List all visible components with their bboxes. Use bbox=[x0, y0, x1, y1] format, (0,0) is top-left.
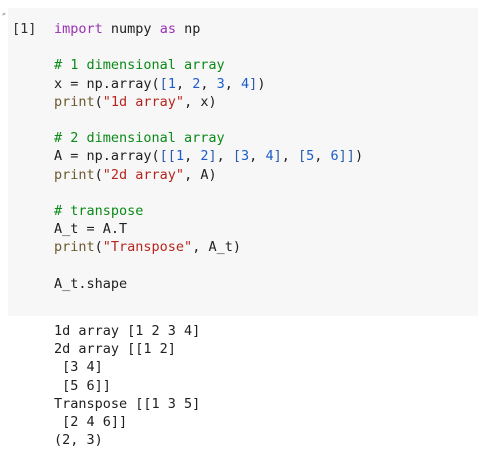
output-line: 2d array [[1 2] bbox=[54, 341, 176, 358]
output-line: [3 4] bbox=[54, 359, 103, 376]
code-token: ( bbox=[94, 239, 103, 256]
code-line: A_t.shape bbox=[54, 275, 363, 293]
code-token: ] bbox=[273, 148, 282, 165]
code-line: A = np.array([[1, 2], [3, 4], [5, 6]]) bbox=[54, 147, 363, 165]
code-token: # transpose bbox=[54, 202, 144, 219]
code-token: , bbox=[224, 75, 242, 92]
code-token: np bbox=[175, 21, 201, 37]
code-token: print bbox=[54, 166, 95, 183]
code-token: , A_t) bbox=[192, 239, 241, 256]
code-line: print("2d array", A) bbox=[54, 166, 363, 184]
code-token: ) bbox=[354, 148, 364, 165]
code-token: ( bbox=[94, 93, 103, 110]
code-token: 4 bbox=[265, 148, 274, 165]
output-line: (2, 3) bbox=[54, 432, 103, 449]
code-token: A_t = A.T bbox=[54, 221, 128, 238]
cell-gutter-marker[interactable]: ≠ bbox=[2, 12, 6, 18]
code-token: 4 bbox=[241, 75, 250, 92]
code-line: print("1d array", x) bbox=[54, 93, 363, 111]
code-line: print("Transpose", A_t) bbox=[54, 238, 363, 256]
code-token: "2d array" bbox=[102, 166, 185, 183]
code-token: , x) bbox=[184, 93, 217, 110]
code-editor[interactable]: import numpy as np # 1 dimensional array x… bbox=[54, 20, 363, 293]
code-token: x = np.array( bbox=[54, 75, 160, 92]
code-token: , bbox=[281, 148, 298, 165]
code-line: # transpose bbox=[54, 202, 363, 220]
output-line: Transpose [[1 3 5] bbox=[54, 395, 201, 412]
code-token: as bbox=[159, 21, 176, 37]
output-line: [5 6]] bbox=[54, 377, 111, 394]
code-token: , bbox=[175, 75, 193, 92]
output-line: 1d array [1 2 3 4] bbox=[54, 323, 201, 339]
code-line: import numpy as np bbox=[54, 20, 363, 38]
output-line: [2 4 6]] bbox=[54, 413, 128, 430]
code-token: , A) bbox=[184, 166, 217, 183]
code-token: # 2 dimensional array bbox=[54, 130, 225, 147]
code-token: , bbox=[216, 148, 233, 165]
code-token: , bbox=[249, 148, 266, 165]
code-line: A_t = A.T bbox=[54, 220, 363, 238]
code-token: 1 bbox=[175, 148, 185, 165]
code-token: ] bbox=[208, 148, 217, 165]
code-token: , bbox=[314, 148, 331, 165]
code-token: , bbox=[184, 148, 201, 165]
code-token: ( bbox=[94, 166, 103, 183]
code-token: "1d array" bbox=[102, 93, 185, 110]
code-token: print bbox=[54, 93, 95, 110]
code-token: "Transpose" bbox=[102, 239, 193, 256]
code-line: x = np.array([1, 2, 3, 4]) bbox=[54, 75, 363, 93]
code-token: , bbox=[200, 75, 217, 92]
code-token: [ bbox=[297, 148, 307, 165]
code-token: 6 bbox=[330, 148, 339, 165]
code-token: import bbox=[54, 21, 103, 37]
code-token: ]] bbox=[338, 148, 355, 165]
code-line: # 1 dimensional array bbox=[54, 56, 363, 74]
code-token: 1 bbox=[167, 75, 176, 92]
cell-execution-prompt: [1] bbox=[12, 21, 37, 37]
cell-output: 1d array [1 2 3 4] 2d array [[1 2] [3 4] … bbox=[54, 322, 200, 449]
code-token: A = np.array( bbox=[54, 148, 160, 165]
code-token: # 1 dimensional array bbox=[54, 57, 225, 74]
code-token: [ bbox=[232, 148, 242, 165]
code-token: ) bbox=[257, 75, 266, 92]
code-token: numpy bbox=[102, 21, 160, 37]
code-line: # 2 dimensional array bbox=[54, 129, 363, 147]
code-token: A_t.shape bbox=[54, 275, 128, 292]
code-token: [ bbox=[159, 75, 168, 92]
code-token: 3 bbox=[241, 148, 250, 165]
code-token: [[ bbox=[159, 148, 176, 165]
code-token: 3 bbox=[216, 75, 225, 92]
code-token: print bbox=[54, 239, 95, 256]
notebook: ≠ [1] import numpy as np # 1 dimensional … bbox=[0, 0, 478, 456]
